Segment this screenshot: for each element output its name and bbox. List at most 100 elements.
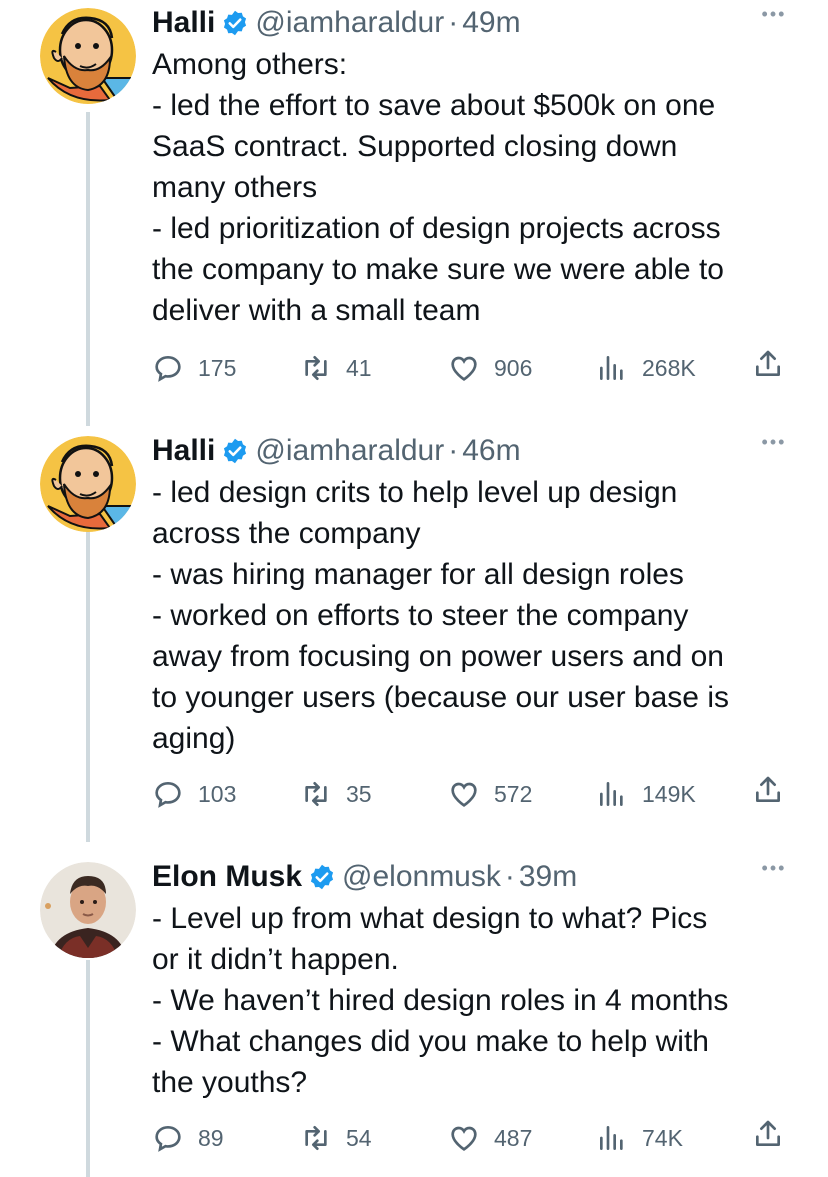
tweet-text-line: across the company (152, 517, 421, 550)
reply-count: 103 (198, 780, 237, 807)
tweet-content: Elon Musk @elonmusk · 39m ••• - Level up… (152, 856, 792, 1103)
reply-button[interactable]: 175 (152, 348, 236, 388)
tweet-text-line: to younger users (because our user base … (152, 681, 729, 714)
tweet-text-line: the company to make sure we were able to (152, 253, 724, 286)
like-count: 906 (494, 354, 533, 381)
tweet-text: - Level up from what design to what? Pic… (152, 898, 792, 1103)
tweet-actions: 89 54 487 74K (152, 1118, 792, 1158)
reply-count: 89 (198, 1124, 224, 1151)
share-button[interactable] (752, 348, 784, 380)
retweet-button[interactable]: 54 (300, 1118, 372, 1158)
header-separator: · (448, 434, 459, 467)
verified-badge-icon (308, 863, 336, 891)
header-separator: · (504, 860, 515, 893)
views-button[interactable]: 74K (596, 1118, 683, 1158)
tweet-text-line: - was hiring manager for all design role… (152, 558, 684, 591)
retweet-count: 41 (346, 354, 372, 381)
reply-icon (155, 781, 181, 808)
retweet-count: 35 (346, 780, 372, 807)
share-button[interactable] (752, 1118, 784, 1150)
author-name[interactable]: Halli (152, 2, 215, 44)
tweet[interactable]: Halli @iamharaldur · 46m ••• - led desig… (0, 430, 828, 830)
reply-icon (155, 355, 181, 382)
tweet-text: Among others: - led the effort to save a… (152, 44, 792, 331)
verified-badge-icon (221, 9, 249, 37)
tweet[interactable]: Halli @iamharaldur · 49m ••• Among other… (0, 2, 828, 402)
tweet-timestamp[interactable]: 39m (519, 856, 577, 898)
more-options-icon[interactable]: ••• (756, 4, 792, 34)
tweet-text-line: - led prioritization of design projects … (152, 212, 721, 245)
retweet-count: 54 (346, 1124, 372, 1151)
tweet-text: - led design crits to help level up desi… (152, 472, 792, 759)
tweet-actions: 103 35 572 149K (152, 774, 792, 814)
retweet-icon (305, 782, 327, 806)
author-name[interactable]: Elon Musk (152, 856, 302, 898)
tweet-text-line: SaaS contract. Supported closing down (152, 130, 678, 163)
author-handle[interactable]: @elonmusk (342, 856, 501, 898)
like-button[interactable]: 487 (448, 1118, 532, 1158)
retweet-button[interactable]: 35 (300, 774, 372, 814)
tweet-actions: 175 41 906 268K (152, 348, 792, 388)
tweet-text-line: aging) (152, 722, 236, 755)
tweet-text-line: - Level up from what design to what? Pic… (152, 902, 708, 935)
more-options-icon[interactable]: ••• (756, 432, 792, 462)
tweet-text-line: - What changes did you make to help with (152, 1025, 709, 1058)
more-options-icon[interactable]: ••• (756, 858, 792, 888)
tweet-text-line: or it didn’t happen. (152, 943, 399, 976)
views-button[interactable]: 268K (596, 348, 696, 388)
share-icon (756, 776, 780, 802)
heart-icon (451, 356, 477, 381)
views-count: 149K (642, 780, 696, 807)
author-handle[interactable]: @iamharaldur (255, 430, 444, 472)
photo-avatar-icon (40, 862, 136, 958)
tweet-text-line: - led design crits to help level up desi… (152, 476, 678, 509)
tweet-text-line: - We haven’t hired design roles in 4 mon… (152, 984, 729, 1017)
avatar[interactable] (40, 8, 136, 104)
heart-icon (451, 1126, 477, 1151)
tweet-timestamp[interactable]: 46m (462, 430, 520, 472)
cartoon-avatar-icon (40, 8, 136, 104)
verified-badge-icon (221, 437, 249, 465)
reply-button[interactable]: 103 (152, 774, 236, 814)
share-button[interactable] (752, 774, 784, 806)
views-chart-icon (600, 782, 623, 806)
header-separator: · (448, 6, 459, 39)
tweet-text-line: - worked on efforts to steer the company (152, 599, 689, 632)
reply-icon (155, 1125, 181, 1152)
heart-icon (451, 782, 477, 807)
tweet-header: Halli @iamharaldur · 49m (152, 2, 792, 44)
tweet-content: Halli @iamharaldur · 46m ••• - led desig… (152, 430, 792, 759)
retweet-button[interactable]: 41 (300, 348, 372, 388)
like-count: 572 (494, 780, 533, 807)
like-count: 487 (494, 1124, 533, 1151)
tweet-header: Halli @iamharaldur · 46m (152, 430, 792, 472)
share-icon (756, 1120, 780, 1146)
tweet-text-line: away from focusing on power users and on (152, 640, 724, 673)
like-button[interactable]: 572 (448, 774, 532, 814)
author-handle[interactable]: @iamharaldur (255, 2, 444, 44)
views-button[interactable]: 149K (596, 774, 696, 814)
cartoon-avatar-icon (40, 436, 136, 532)
avatar[interactable] (40, 862, 136, 958)
retweet-icon (305, 1126, 327, 1150)
author-name[interactable]: Halli (152, 430, 215, 472)
views-chart-icon (600, 1126, 623, 1150)
tweet-timestamp[interactable]: 49m (462, 2, 520, 44)
retweet-icon (305, 356, 327, 380)
tweet[interactable]: Elon Musk @elonmusk · 39m ••• - Level up… (0, 856, 828, 1177)
tweet-text-line: deliver with a small team (152, 294, 481, 327)
tweet-header: Elon Musk @elonmusk · 39m (152, 856, 792, 898)
like-button[interactable]: 906 (448, 348, 532, 388)
views-count: 74K (642, 1124, 683, 1151)
avatar[interactable] (40, 436, 136, 532)
tweet-text-line: many others (152, 171, 318, 204)
views-count: 268K (642, 354, 696, 381)
tweet-text-line: - led the effort to save about $500k on … (152, 89, 716, 122)
reply-button[interactable]: 89 (152, 1118, 224, 1158)
share-icon (756, 350, 780, 376)
tweet-text-line: Among others: (152, 48, 348, 81)
tweet-content: Halli @iamharaldur · 49m ••• Among other… (152, 2, 792, 331)
tweet-text-line: the youths? (152, 1066, 308, 1099)
views-chart-icon (600, 356, 623, 380)
reply-count: 175 (198, 354, 237, 381)
